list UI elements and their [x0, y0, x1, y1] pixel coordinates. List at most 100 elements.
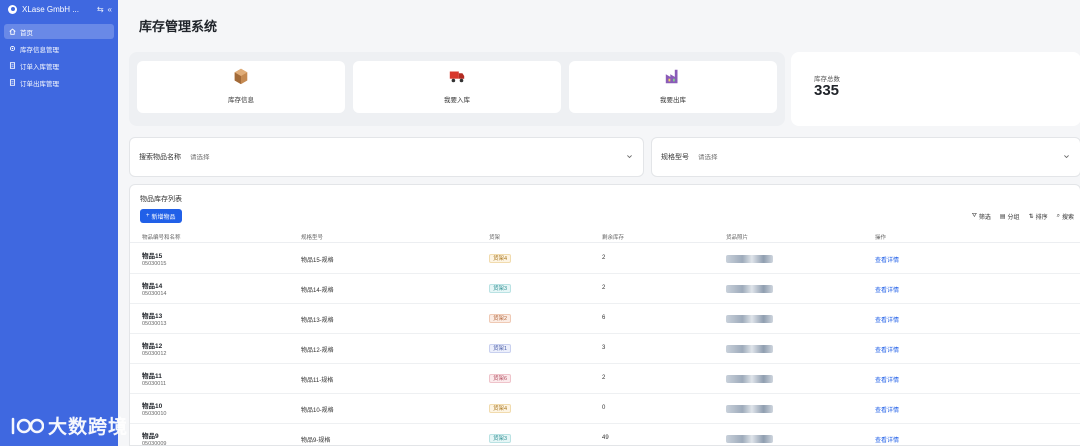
sidebar-item-label: 首页	[20, 29, 33, 37]
view-details-link[interactable]: 查看详情	[875, 315, 899, 324]
item-photo[interactable]	[726, 435, 773, 443]
item-code: 05030011	[142, 381, 167, 387]
quick-card-outbound[interactable]: 我要出库	[569, 61, 777, 113]
item-stock: 6	[602, 315, 606, 321]
tool-label: 搜索	[1061, 215, 1074, 221]
column-header[interactable]: 货品照片	[726, 233, 748, 241]
collapse-icon[interactable]: «	[108, 5, 112, 14]
item-name: 物品10	[142, 403, 163, 410]
item-photo[interactable]	[726, 255, 773, 263]
sidebar-item-inventory[interactable]: 库存信息管理	[4, 41, 114, 56]
shelf-tag: 货架1	[489, 344, 512, 353]
table-row[interactable]: 物品11 05030011 物品11-规格 货架6 2 查看详情	[130, 364, 1080, 394]
company-name: XLase GmbH ...	[22, 4, 79, 14]
item-photo[interactable]	[726, 375, 773, 383]
filter-label: 规格型号	[661, 154, 689, 161]
chevron-down-icon	[627, 155, 632, 159]
view-details-link[interactable]: 查看详情	[875, 435, 899, 444]
item-name: 物品14	[142, 283, 163, 290]
item-photo[interactable]	[726, 405, 773, 413]
shelf-tag: 货架2	[489, 314, 512, 323]
settings-icon	[9, 45, 16, 52]
table-row[interactable]: 物品10 05030010 物品10-规格 货架4 0 查看详情	[130, 394, 1080, 424]
item-code: 05030010	[142, 411, 167, 417]
item-name: 物品12	[142, 343, 163, 350]
item-photo[interactable]	[726, 345, 773, 353]
shelf-tag: 货架6	[489, 374, 512, 383]
group-button[interactable]: ▤ 分组	[1000, 212, 1020, 221]
view-details-link[interactable]: 查看详情	[875, 255, 899, 264]
sort-icon: ⇅	[1028, 214, 1034, 220]
item-name-select[interactable]	[190, 153, 310, 161]
column-header[interactable]: 剩余库存	[602, 233, 624, 241]
document-icon	[9, 62, 16, 69]
view-details-link[interactable]: 查看详情	[875, 405, 899, 414]
item-stock: 3	[602, 345, 606, 351]
stat-card-total: 库存总数 335	[791, 52, 1080, 126]
item-name: 物品11	[142, 373, 162, 380]
table-title: 物品库存列表	[140, 196, 182, 203]
quick-card-inbound[interactable]: 我要入库	[353, 61, 561, 113]
item-code: 05030014	[142, 291, 167, 297]
item-spec: 物品14-规格	[301, 288, 334, 294]
item-stock: 49	[602, 435, 609, 441]
main-content: 库存管理系统 库存信息 我要入库 我要出库 库存总数 335 搜索物品名称 请选…	[118, 0, 1080, 446]
table-row[interactable]: 物品9 05030009 物品9-规格 货架3 49 查看详情	[130, 424, 1080, 445]
spec-select[interactable]	[698, 153, 818, 161]
quick-card-label: 我要出库	[660, 97, 686, 104]
chevron-down-icon	[1064, 155, 1069, 159]
column-header[interactable]: 规格型号	[301, 233, 323, 241]
search-button[interactable]: ⌕ 搜索	[1057, 212, 1074, 221]
table-row[interactable]: 物品15 05030015 物品15-规格 货架4 2 查看详情	[130, 244, 1080, 274]
view-details-link[interactable]: 查看详情	[875, 285, 899, 294]
item-stock: 2	[602, 285, 606, 291]
sidebar-item-outbound[interactable]: 订单出库管理	[4, 75, 114, 90]
table-row[interactable]: 物品14 05030014 物品14-规格 货架3 2 查看详情	[130, 274, 1080, 304]
quick-card-label: 库存信息	[228, 97, 254, 104]
document-icon	[9, 79, 16, 86]
filter-button[interactable]: ⛛ 筛选	[972, 212, 991, 221]
column-header[interactable]: 货架	[489, 233, 500, 241]
box-icon	[234, 68, 248, 85]
page-title: 库存管理系统	[139, 19, 218, 34]
sidebar-menu: 首页 库存信息管理 订单入库管理 订单出库管理	[0, 24, 118, 90]
column-header[interactable]: 物品编号和名称	[142, 233, 181, 241]
item-code: 05030013	[142, 321, 167, 327]
table-row[interactable]: 物品12 05030012 物品12-规格 货架1 3 查看详情	[130, 334, 1080, 364]
sort-button[interactable]: ⇅ 排序	[1029, 212, 1048, 221]
item-spec: 物品13-规格	[301, 318, 334, 324]
view-details-link[interactable]: 查看详情	[875, 375, 899, 384]
plus-icon: +	[146, 213, 150, 219]
watermark-text: 大数跨境	[48, 417, 129, 438]
watermark: 大数跨境	[10, 412, 128, 439]
switch-icon[interactable]: ⇆	[97, 5, 104, 14]
inventory-table-card: 物品库存列表 + 新增物品 ⛛ 筛选 ▤ 分组 ⇅ 排序 ⌕ 搜索 物品编号和名称 规格…	[129, 184, 1080, 446]
sidebar-item-inbound[interactable]: 订单入库管理	[4, 58, 114, 73]
table-row[interactable]: 物品13 05030013 物品13-规格 货架2 6 查看详情	[130, 304, 1080, 334]
column-header[interactable]: 操作	[875, 233, 886, 241]
item-code: 05030015	[142, 261, 167, 267]
quick-card-inventory[interactable]: 库存信息	[137, 61, 345, 113]
shelf-tag: 货架4	[489, 404, 512, 413]
tool-label: 筛选	[978, 215, 991, 221]
item-photo[interactable]	[726, 315, 773, 323]
add-item-button[interactable]: + 新增物品	[140, 209, 182, 223]
item-spec: 物品9-规格	[301, 438, 331, 444]
sidebar: XLase GmbH ... ⇆ « 首页 库存信息管理 订单入库管理 订单出库…	[0, 0, 118, 446]
filter-label: 搜索物品名称	[139, 154, 181, 161]
item-photo[interactable]	[726, 285, 773, 293]
quick-action-group: 库存信息 我要入库 我要出库	[129, 52, 785, 126]
tool-label: 分组	[1007, 215, 1020, 221]
factory-icon	[665, 69, 678, 84]
filter-item-name[interactable]: 搜索物品名称	[129, 137, 644, 177]
item-name: 物品15	[142, 253, 163, 260]
truck-icon	[449, 71, 465, 83]
filter-spec[interactable]: 规格型号	[651, 137, 1080, 177]
item-stock: 0	[602, 405, 606, 411]
view-details-link[interactable]: 查看详情	[875, 345, 899, 354]
table-toolbar: ⛛ 筛选 ▤ 分组 ⇅ 排序 ⌕ 搜索	[972, 212, 1074, 221]
shelf-tag: 货架3	[489, 284, 512, 293]
sidebar-item-home[interactable]: 首页	[4, 24, 114, 39]
sidebar-item-label: 订单入库管理	[20, 63, 59, 71]
item-stock: 2	[602, 375, 606, 381]
